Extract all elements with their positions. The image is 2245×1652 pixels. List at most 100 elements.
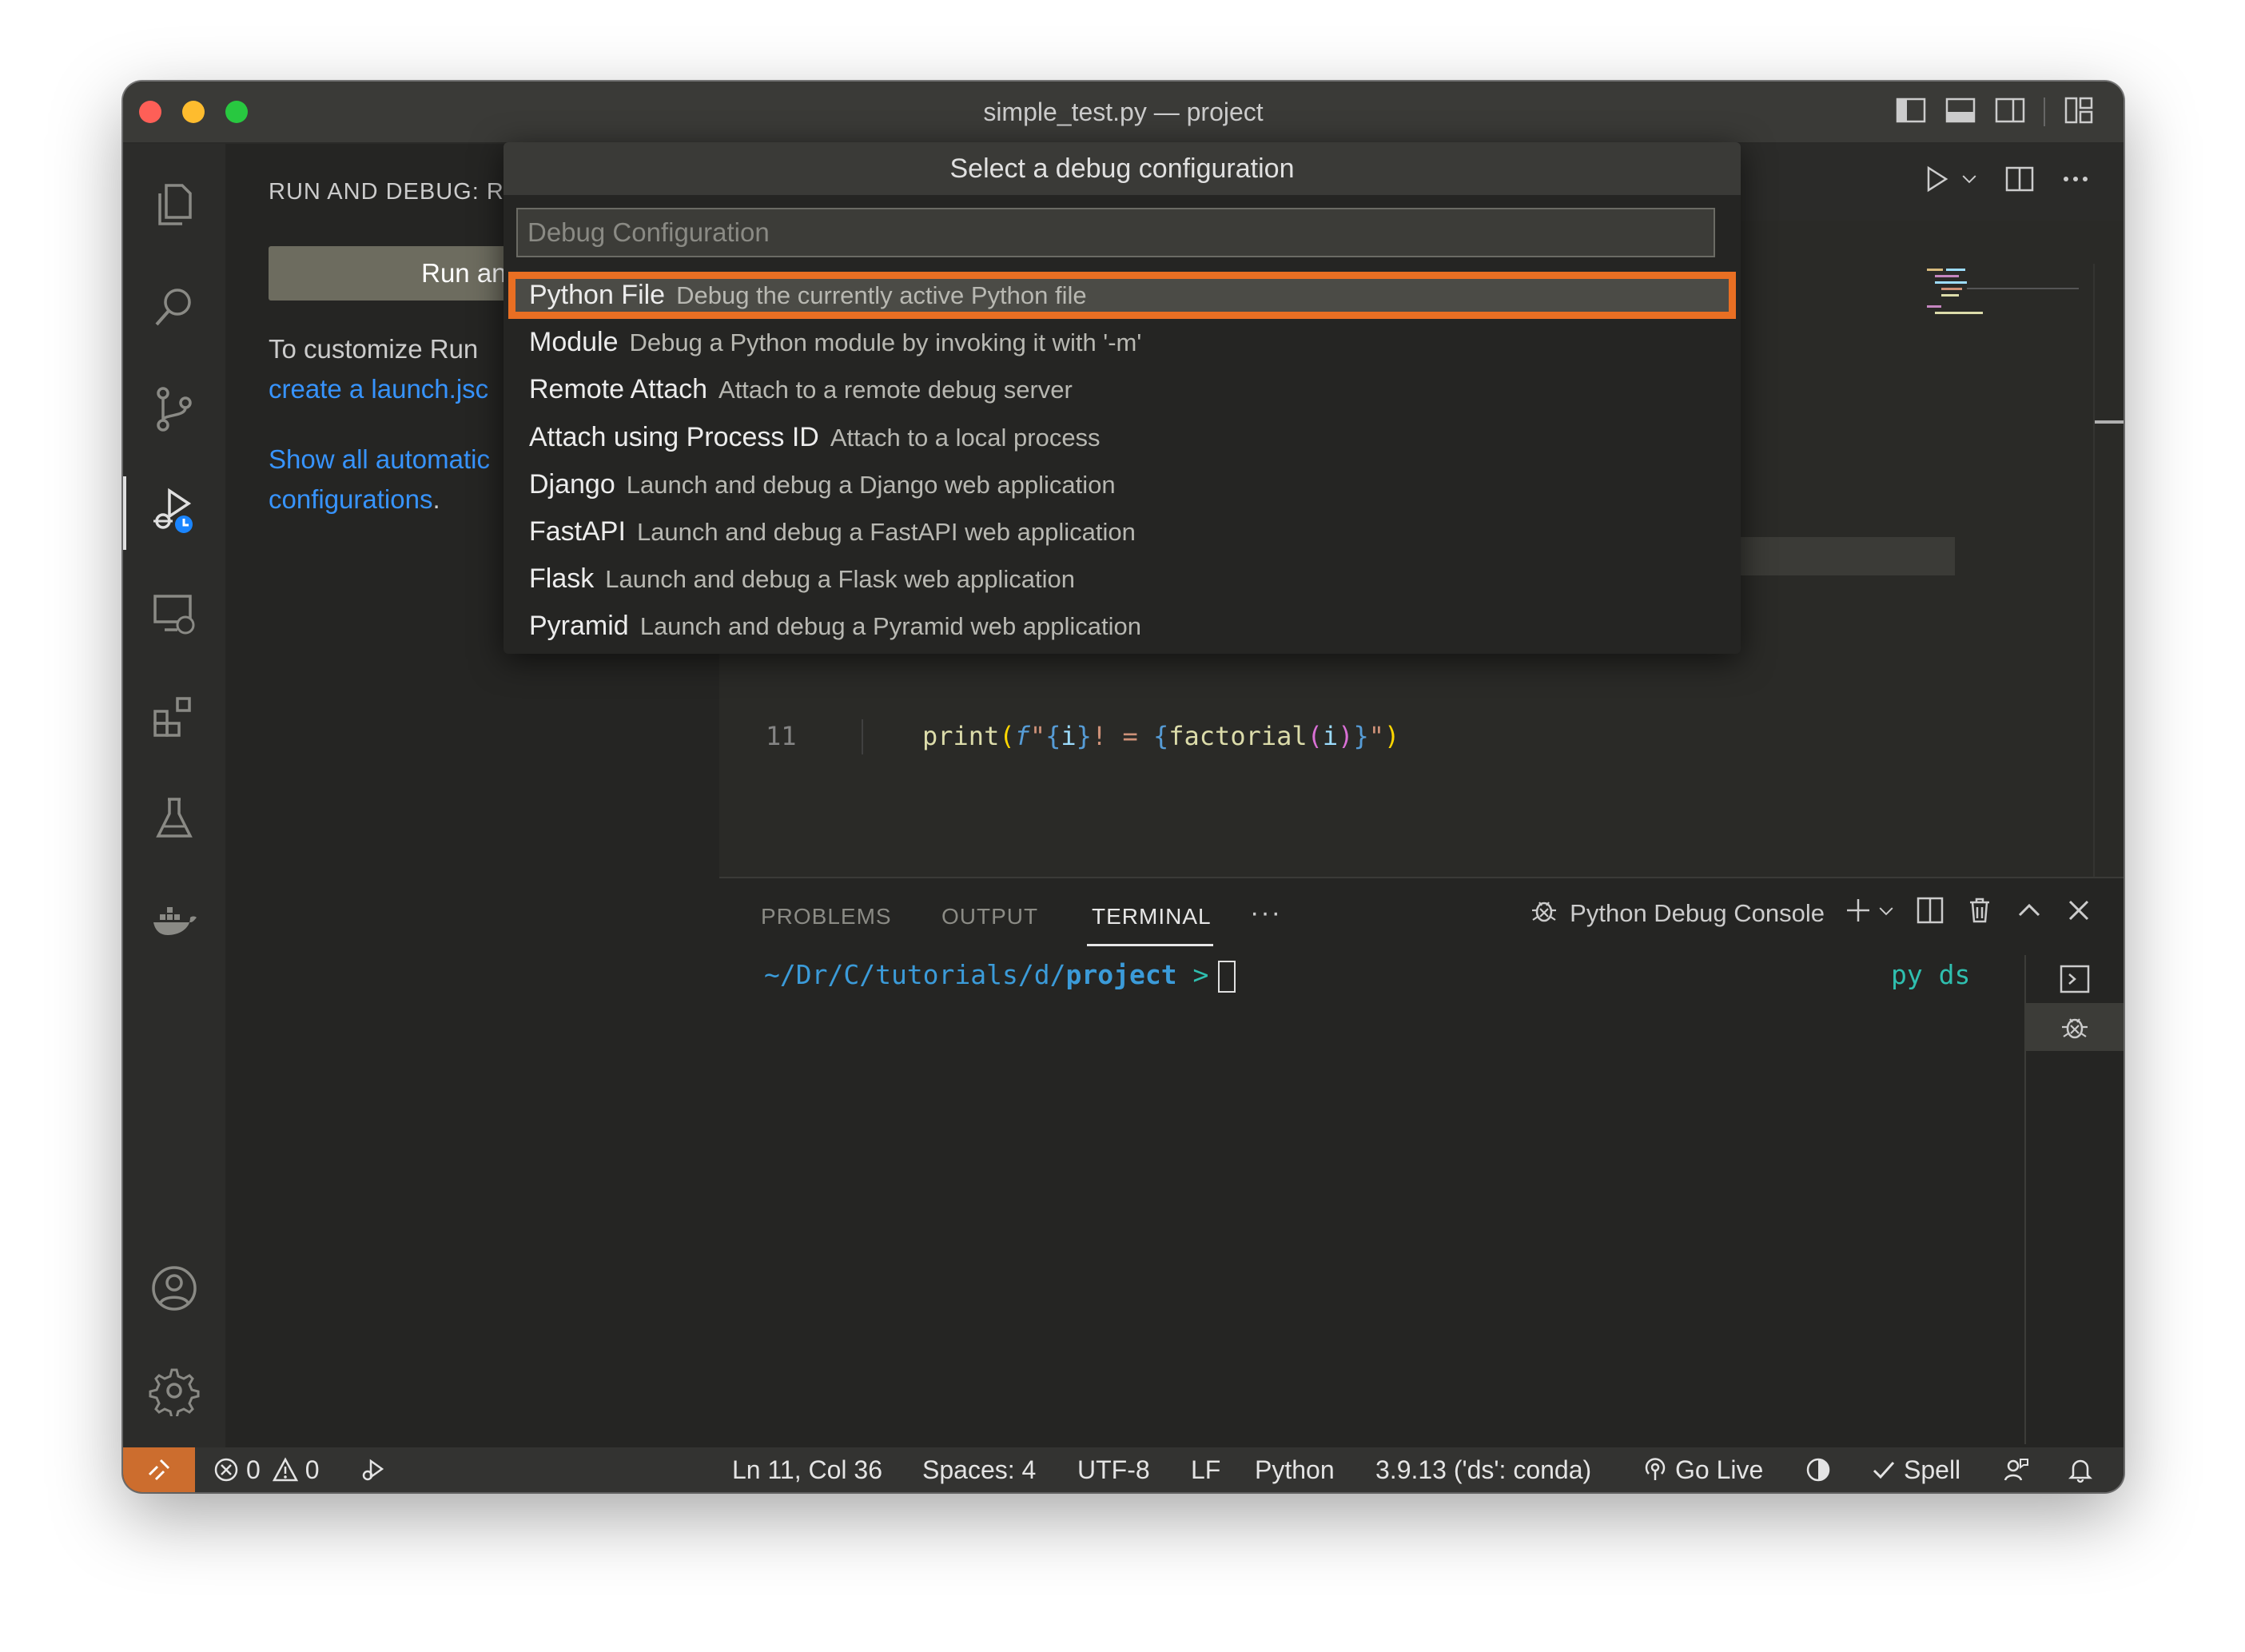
editor-scrollbar[interactable]	[2093, 264, 2124, 879]
toggle-panel-icon[interactable]	[1944, 94, 1976, 130]
quick-pick-item[interactable]: Remote Attach Attach to a remote debug se…	[504, 366, 1741, 413]
split-terminal-icon[interactable]	[1914, 894, 1946, 933]
run-debug-icon	[153, 488, 193, 533]
search-icon	[155, 289, 191, 326]
quick-pick-item[interactable]: FastAPI Launch and debug a FastAPI web ap…	[504, 508, 1741, 555]
create-launch-json-link[interactable]: create a launch.jsc	[269, 374, 488, 404]
encoding[interactable]: UTF-8	[1077, 1447, 1150, 1492]
active-tab-indicator	[1087, 944, 1213, 946]
minimap[interactable]	[1919, 264, 2079, 328]
go-live-label: Go Live	[1675, 1455, 1764, 1484]
configurations-link[interactable]: configurations	[269, 484, 432, 514]
problems-status[interactable]: 0 0	[213, 1447, 320, 1492]
quick-pick-input[interactable]	[516, 208, 1715, 257]
remote-icon	[148, 1459, 170, 1481]
terminal-tab-shell[interactable]	[2026, 955, 2124, 1003]
quick-pick-title: Select a debug configuration	[504, 142, 1741, 195]
remote-explorer-icon	[153, 595, 195, 635]
code-text: print(f"{i}! = {factorial(i)}")	[922, 716, 1399, 756]
period: .	[432, 484, 440, 514]
quick-pick-item-label: Pyramid	[529, 611, 629, 642]
debug-console-bug-icon	[1528, 894, 1560, 933]
show-all-automatic-link[interactable]: Show all automatic	[269, 444, 490, 474]
panel-more-button[interactable]: ···	[1250, 898, 1282, 929]
token-brace-close-2: }	[1353, 721, 1369, 751]
spell-label: Spell	[1904, 1455, 1961, 1484]
scrollbar-thumb[interactable]	[2095, 420, 2124, 424]
vscode-window: simple_test.py — project RUN AND DEBUG: …	[123, 82, 2124, 1492]
source-control-button[interactable]	[123, 364, 225, 454]
quick-pick-item-description: Debug a Python module by invoking it wit…	[629, 328, 1142, 357]
explorer-button[interactable]	[123, 160, 225, 249]
remote-indicator[interactable]	[123, 1447, 195, 1492]
token-brace-open: {	[1045, 721, 1061, 751]
terminal-prompt-symbol: >	[1176, 959, 1209, 990]
quick-pick-item[interactable]: Python File Debug the currently active Py…	[508, 272, 1736, 319]
indentation[interactable]: Spaces: 4	[922, 1447, 1036, 1492]
divider	[2044, 98, 2045, 126]
quick-pick-item-label: Django	[529, 468, 615, 500]
current-line-highlight	[1739, 537, 1955, 575]
title-bar: simple_test.py — project	[123, 82, 2124, 144]
docker-button[interactable]	[123, 876, 225, 965]
terminal-prompt[interactable]: ~/Dr/C/tutorials/d/project >	[764, 955, 1236, 995]
chevron-down-icon[interactable]	[1959, 169, 1980, 193]
toggle-primary-sidebar-icon[interactable]	[1895, 94, 1927, 130]
accounts-button[interactable]	[123, 1244, 225, 1333]
run-and-debug-button[interactable]	[123, 467, 225, 556]
search-button[interactable]	[123, 262, 225, 352]
warning-count: 0	[305, 1455, 320, 1484]
chevron-up-icon[interactable]	[2013, 894, 2045, 933]
token-quote-open: "	[1029, 721, 1046, 751]
quick-pick-item-description: Launch and debug a Flask web application	[605, 565, 1075, 594]
token-brace-open-2: {	[1152, 721, 1169, 751]
chevron-down-icon[interactable]	[1876, 899, 1897, 928]
terminal-instance-name[interactable]: Python Debug Console	[1570, 899, 1825, 928]
token-var-i: i	[1061, 721, 1077, 751]
quick-pick-item-label: Remote Attach	[529, 374, 708, 405]
feedback-button[interactable]	[2003, 1447, 2030, 1492]
go-live-button[interactable]: Go Live	[1642, 1447, 1763, 1492]
cursor-position[interactable]: Ln 11, Col 36	[732, 1447, 882, 1492]
quick-pick-item-label: Attach using Process ID	[529, 421, 819, 452]
manage-button[interactable]	[123, 1346, 225, 1435]
quick-pick-item-label: Module	[529, 327, 619, 358]
quick-pick-item-label: FastAPI	[529, 516, 626, 547]
code-line[interactable]: 11 print(f"{i}! = {factorial(i)}")	[719, 716, 2124, 756]
spell-check-status[interactable]: Spell	[1870, 1447, 1960, 1492]
token-paren-open: (	[999, 721, 1015, 751]
bug-icon	[2062, 1018, 2088, 1039]
trash-icon[interactable]	[1964, 894, 1996, 933]
end-of-line[interactable]: LF	[1191, 1447, 1220, 1492]
customize-layout-icon[interactable]	[2063, 94, 2095, 130]
terminal-path: ~/Dr/C/tutorials/d/	[764, 959, 1066, 990]
feedback-icon	[2004, 1459, 2028, 1481]
close-icon[interactable]	[2063, 894, 2095, 933]
remote-explorer-button[interactable]	[123, 569, 225, 659]
new-terminal-icon[interactable]	[1842, 894, 1874, 933]
quick-pick-item[interactable]: Pyramid Launch and debug a Pyramid web ap…	[504, 603, 1741, 650]
split-editor-icon[interactable]	[2004, 163, 2036, 199]
python-interpreter[interactable]: 3.9.13 ('ds': conda)	[1375, 1447, 1591, 1492]
tab-problems[interactable]: PROBLEMS	[761, 904, 892, 929]
editor-actions	[1921, 163, 2092, 199]
extensions-button[interactable]	[123, 671, 225, 761]
testing-button[interactable]	[123, 774, 225, 863]
quick-pick-item[interactable]: Flask Launch and debug a Flask web applic…	[504, 555, 1741, 603]
token-inner-close: )	[1338, 721, 1354, 751]
quick-pick-item[interactable]: Attach using Process ID Attach to a local…	[504, 414, 1741, 461]
tab-terminal[interactable]: TERMINAL	[1092, 904, 1212, 929]
notifications-button[interactable]	[2067, 1447, 2094, 1492]
run-python-file-icon[interactable]	[1921, 163, 1952, 199]
tab-output[interactable]: OUTPUT	[941, 904, 1038, 929]
quick-pick-item[interactable]: Module Debug a Python module by invoking …	[504, 319, 1741, 366]
language-mode[interactable]: Python	[1255, 1447, 1335, 1492]
check-icon	[1873, 1462, 1895, 1479]
token-brace-close: }	[1076, 721, 1092, 751]
quick-pick-item[interactable]: Django Launch and debug a Django web appl…	[504, 461, 1741, 508]
theme-toggle[interactable]	[1805, 1447, 1832, 1492]
debug-status[interactable]	[360, 1447, 387, 1492]
toggle-secondary-sidebar-icon[interactable]	[1994, 94, 2026, 130]
more-actions-icon[interactable]	[2060, 163, 2092, 199]
terminal-tab-debug[interactable]	[2026, 1003, 2124, 1051]
